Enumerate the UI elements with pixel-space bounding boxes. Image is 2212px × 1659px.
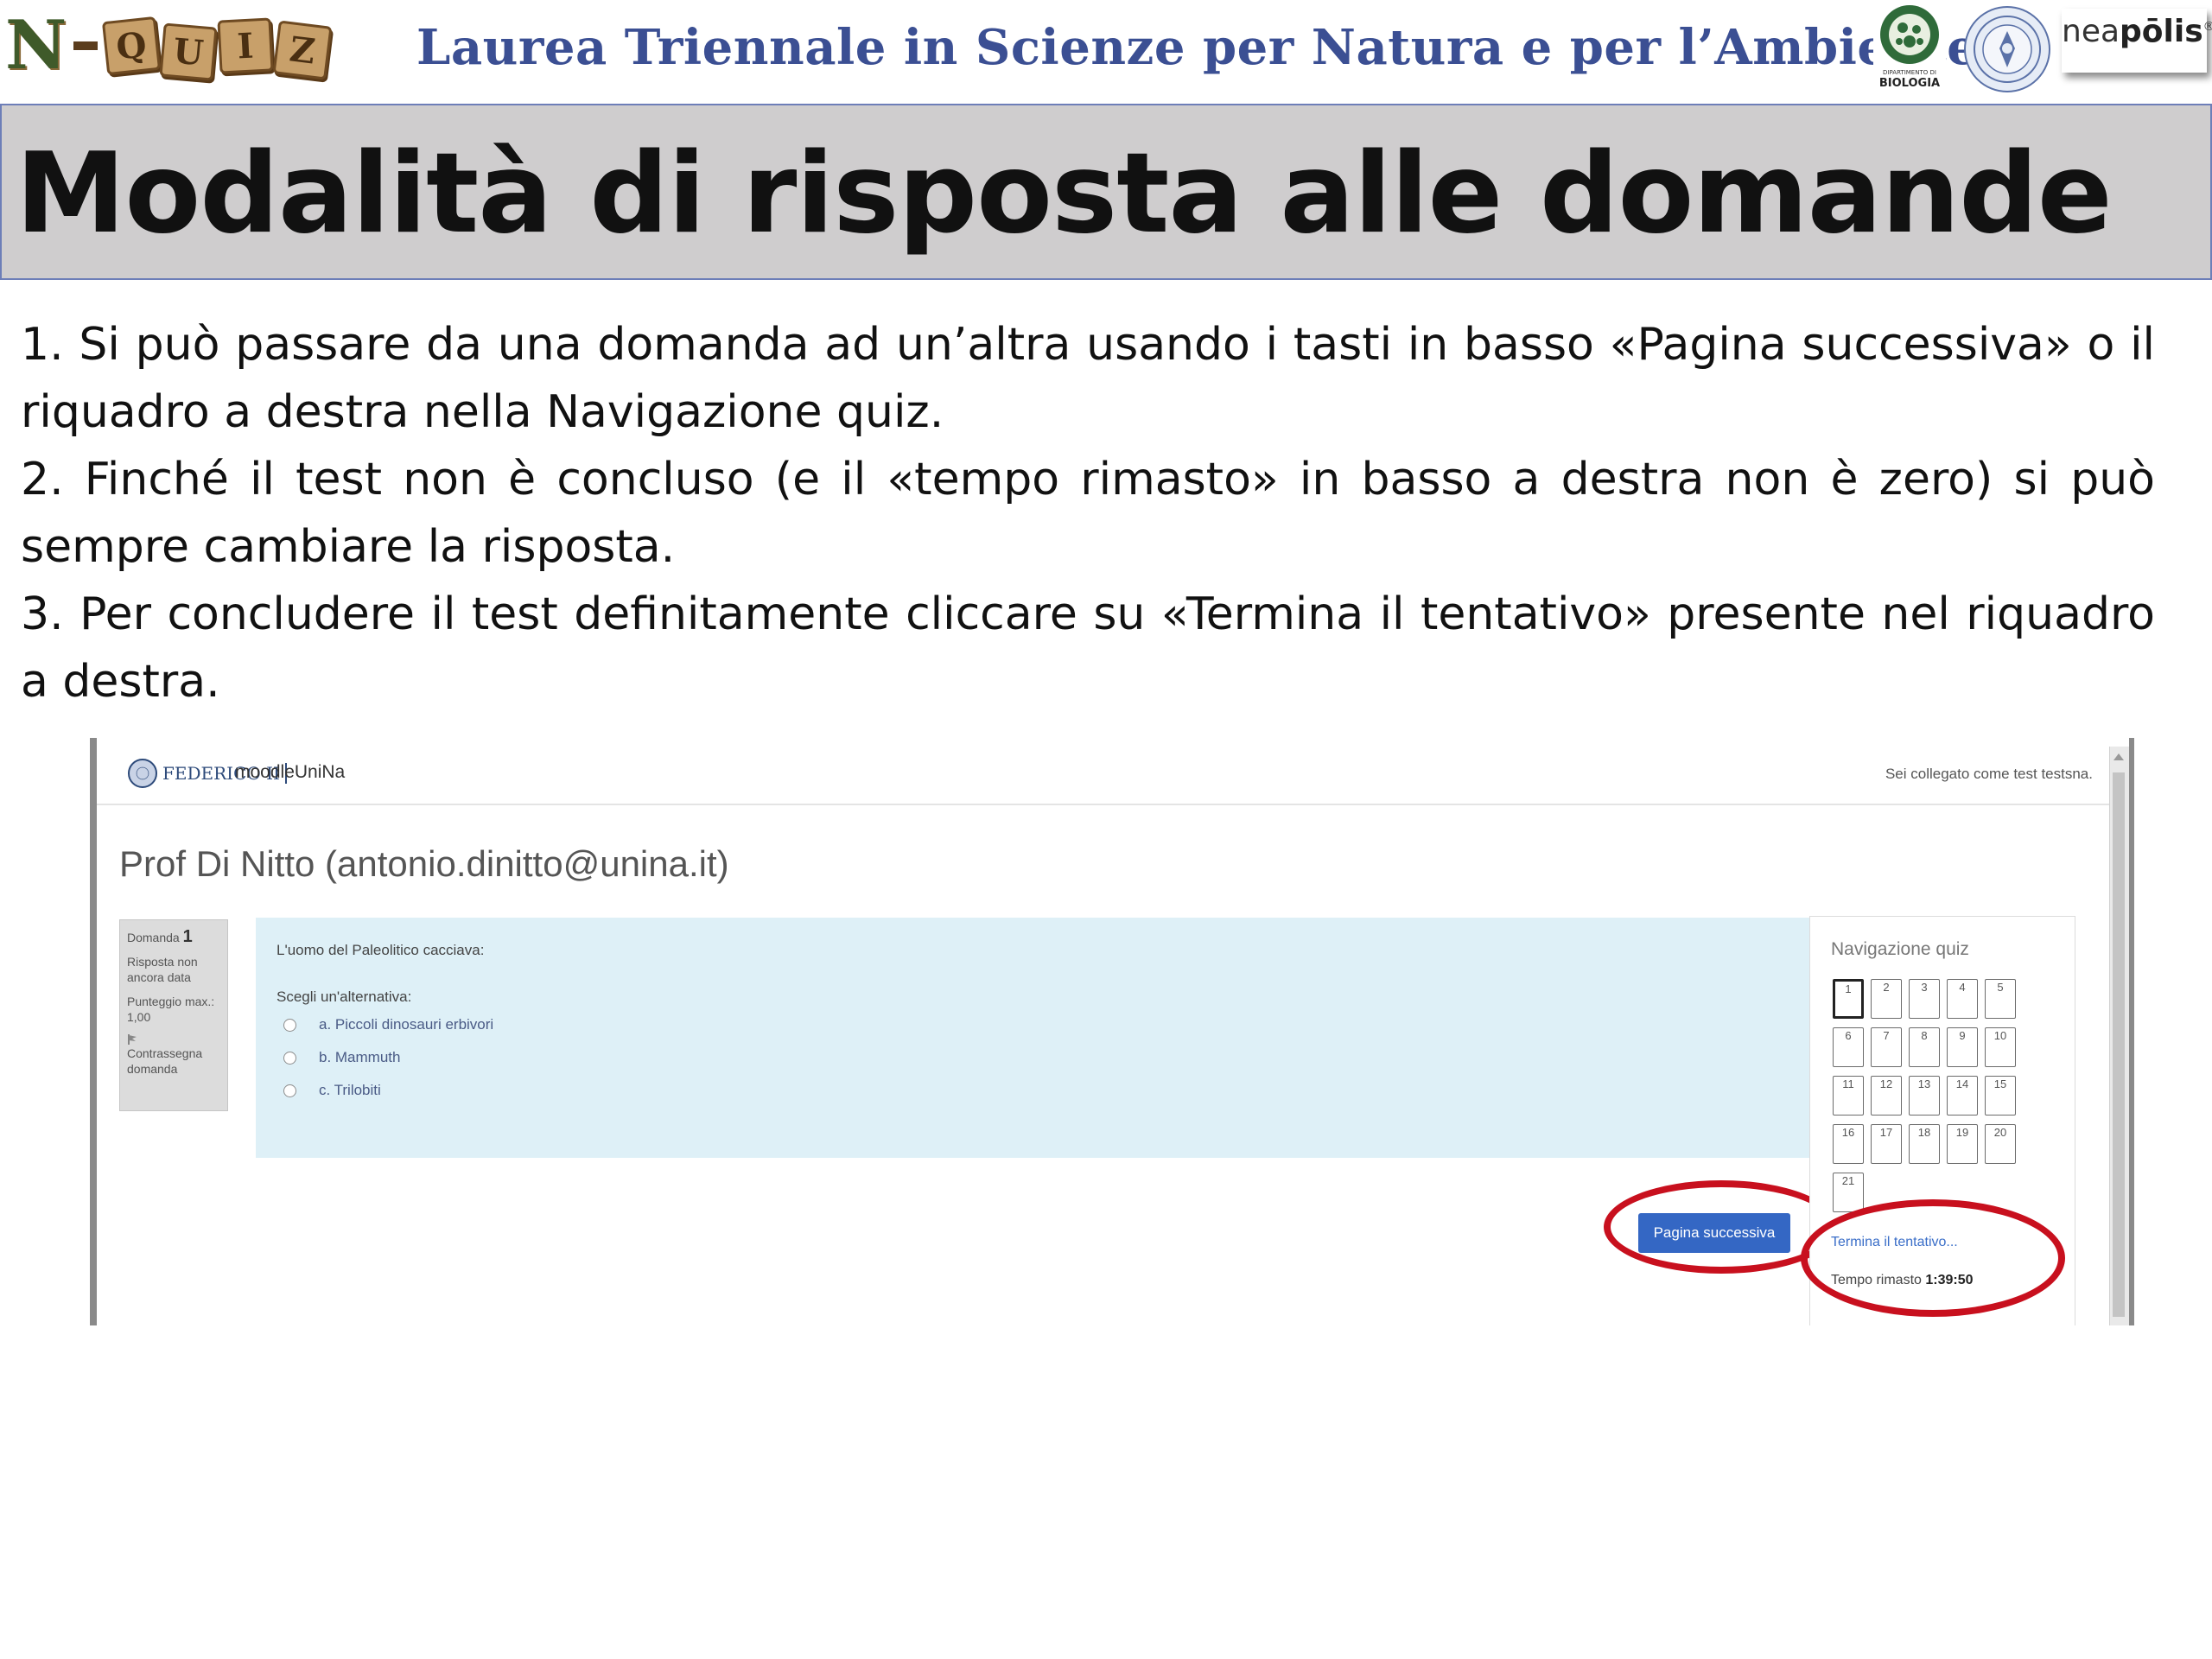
highlight-ring-end-attempt: [1801, 1199, 2065, 1317]
quiz-nav-question[interactable]: 11: [1833, 1076, 1864, 1116]
neapolis-prefix: nea: [2062, 14, 2120, 49]
quiz-nav-question[interactable]: 16: [1833, 1124, 1864, 1164]
page-scrollbar[interactable]: [2109, 747, 2129, 1325]
neapolis-wordmark: neapōlis®: [2062, 14, 2212, 49]
answer-option-b[interactable]: b. Mammuth: [283, 1049, 400, 1066]
quiz-nav-question[interactable]: 7: [1871, 1027, 1902, 1067]
instruction-point: 3. Per concludere il test definitamente …: [21, 588, 2155, 708]
unina-seal-logo: [1964, 6, 2050, 92]
answer-option-label[interactable]: b. Mammuth: [319, 1049, 400, 1066]
question-grid: 1 2 3 4 5 6 7 8 9 10 11 12 13 14 15 16 17 18 19 20 21: [1833, 979, 2016, 1212]
question-max-score: Punteggio max.: 1,00: [127, 995, 215, 1024]
quiz-nav-question[interactable]: 10: [1985, 1027, 2016, 1067]
quiz-nav-question[interactable]: 19: [1947, 1124, 1978, 1164]
quiz-nav-question[interactable]: 1: [1833, 979, 1864, 1019]
question-number: Domanda 1: [127, 927, 220, 946]
answer-option-label[interactable]: c. Trilobiti: [319, 1082, 381, 1099]
quiz-nav-question[interactable]: 15: [1985, 1076, 2016, 1116]
quiz-nav-question[interactable]: 4: [1947, 979, 1978, 1019]
neapolis-bold: pōlis: [2120, 14, 2203, 49]
logged-in-user: Sei collegato come test testsna.: [1885, 766, 2093, 782]
radio-button[interactable]: [283, 1051, 296, 1065]
question-number-value: 1: [182, 927, 193, 946]
answer-option-label[interactable]: a. Piccoli dinosauri erbivori: [319, 1016, 493, 1033]
course-title: Laurea Triennale in Scienze per Natura e…: [416, 19, 1979, 76]
quiz-nav-question[interactable]: 21: [1833, 1173, 1864, 1212]
moodle-brand-link[interactable]: moodleUniNa: [235, 762, 345, 783]
instruction-point: 1. Si può passare da una domanda ad un’a…: [21, 319, 2155, 438]
question-info-panel: Domanda 1 Risposta non ancora data Punte…: [119, 919, 228, 1111]
flag-question-link[interactable]: Contrassegna domanda: [127, 1046, 220, 1077]
slide-title: Modalità di risposta alle domande: [16, 130, 2113, 258]
quiz-nav-question[interactable]: 9: [1947, 1027, 1978, 1067]
logo-tile: I: [217, 17, 274, 74]
moodle-navbar: FEDERICO II moodleUniNa Sei collegato co…: [97, 747, 2110, 805]
slide-title-band: Modalità di risposta alle domande: [0, 104, 2212, 280]
question-label: Domanda: [127, 931, 180, 944]
course-heading: Prof Di Nitto (antonio.dinitto@unina.it): [119, 843, 729, 884]
logo-tile: U: [159, 22, 218, 81]
radio-button[interactable]: [283, 1018, 296, 1032]
dipartimento-biologia-logo: DIPARTIMENTO DI BIOLOGIA: [1873, 0, 1946, 90]
quiz-nav-question[interactable]: 5: [1985, 979, 2016, 1019]
logo-tile: Z: [272, 20, 333, 80]
quiz-nav-question[interactable]: 6: [1833, 1027, 1864, 1067]
answer-option-c[interactable]: c. Trilobiti: [283, 1082, 381, 1099]
neapolis-mark: ®: [2202, 20, 2212, 34]
quiz-nav-question[interactable]: 18: [1909, 1124, 1940, 1164]
quiz-navigation-title: Navigazione quiz: [1831, 939, 1969, 959]
logo-tile: Q: [102, 16, 162, 76]
radio-button[interactable]: [283, 1084, 296, 1097]
biologia-caption-top: DIPARTIMENTO DI: [1883, 69, 1936, 76]
quiz-nav-question[interactable]: 13: [1909, 1076, 1940, 1116]
quiz-nav-question[interactable]: 8: [1909, 1027, 1940, 1067]
slide-header: N Q U I Z Laurea Triennale in Scienze pe…: [0, 0, 2212, 102]
quiz-nav-question[interactable]: 3: [1909, 979, 1940, 1019]
quiz-nav-question[interactable]: 2: [1871, 979, 1902, 1019]
quiz-nav-question[interactable]: 14: [1947, 1076, 1978, 1116]
answer-option-a[interactable]: a. Piccoli dinosauri erbivori: [283, 1016, 493, 1033]
logo-dash: [73, 41, 99, 50]
question-text: L'uomo del Paleolitico cacciava:: [276, 942, 485, 958]
quiz-nav-question[interactable]: 17: [1871, 1124, 1902, 1164]
question-box: L'uomo del Paleolitico cacciava: Scegli …: [256, 918, 1811, 1158]
instruction-point: 2. Finché il test non è concluso (e il «…: [21, 454, 2155, 573]
slide-body: 1. Si può passare da una domanda ad un’a…: [21, 311, 2155, 715]
logo-letter: N: [5, 6, 67, 85]
question-status: Risposta non ancora data: [127, 955, 198, 984]
answer-prompt: Scegli un'alternativa:: [276, 988, 412, 1005]
neapolis-logo: neapōlis®: [2062, 9, 2212, 73]
quiz-nav-question[interactable]: 12: [1871, 1076, 1902, 1116]
n-quiz-logo: N Q U I Z: [5, 6, 333, 85]
flag-icon[interactable]: [127, 1033, 139, 1046]
unina-seal-icon: [128, 759, 157, 788]
moodle-quiz-screenshot: FEDERICO II moodleUniNa Sei collegato co…: [90, 738, 2134, 1325]
quiz-nav-question[interactable]: 20: [1985, 1124, 2016, 1164]
scroll-thumb[interactable]: [2113, 772, 2125, 1317]
scroll-up-icon[interactable]: [2113, 753, 2124, 760]
biologia-caption: BIOLOGIA: [1879, 77, 1940, 90]
